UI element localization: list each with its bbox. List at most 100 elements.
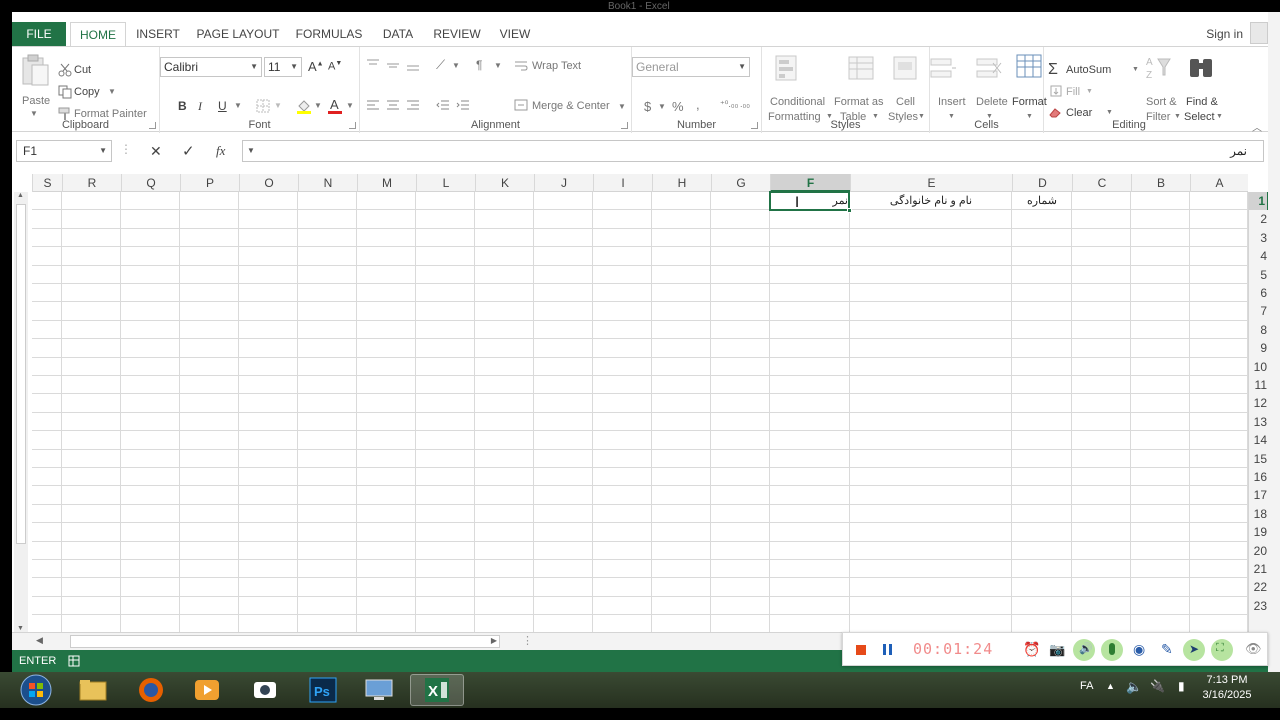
language-indicator[interactable]: FA — [1080, 680, 1093, 692]
eye-icon[interactable]: 👁 — [1245, 641, 1262, 657]
scroll-up-icon[interactable]: ▲ — [17, 192, 24, 199]
cell-f1[interactable]: نمر — [770, 192, 850, 210]
pen-icon[interactable]: ✎ — [1161, 641, 1173, 658]
conditional-formatting-line1[interactable]: Conditional — [770, 96, 825, 108]
column-header-r[interactable]: R — [62, 174, 121, 192]
borders-icon[interactable] — [256, 99, 270, 113]
column-header-q[interactable]: Q — [121, 174, 180, 192]
paste-button[interactable]: Paste — [22, 95, 50, 107]
font-size-dropdown-icon[interactable]: ▼ — [290, 58, 298, 76]
microphone-icon[interactable] — [1101, 639, 1123, 661]
sheet-splitter-icon[interactable]: ⋮ — [522, 634, 533, 647]
tab-formulas[interactable]: FORMULAS — [294, 22, 364, 46]
number-format-dropdown-icon[interactable]: ▼ — [738, 58, 746, 76]
align-center-icon[interactable] — [386, 99, 400, 111]
camera-icon[interactable]: 📷 — [1049, 642, 1065, 658]
cell-e1[interactable]: نام و نام خانوادگی — [850, 192, 1012, 210]
column-header-s[interactable]: S — [32, 174, 62, 192]
cancel-entry-icon[interactable]: ✕ — [150, 143, 162, 160]
middle-align-icon[interactable] — [386, 59, 400, 71]
font-color-dropdown-icon[interactable]: ▼ — [346, 101, 354, 110]
font-color-icon[interactable]: A — [328, 97, 342, 115]
increase-decimal-icon[interactable]: ⁺⁰.₀₀ — [720, 99, 738, 110]
tray-clock[interactable]: 7:13 PM 3/16/2025 — [1202, 674, 1252, 701]
underline-dropdown-icon[interactable]: ▼ — [234, 101, 242, 110]
column-header-i[interactable]: I — [593, 174, 652, 192]
delete-button[interactable]: Delete — [976, 96, 1008, 108]
find-select-line1[interactable]: Find & — [1186, 96, 1218, 108]
tab-data[interactable]: DATA — [376, 22, 420, 46]
taskbar-explorer[interactable] — [66, 674, 120, 706]
cursor-highlight-icon[interactable]: ➤ — [1183, 639, 1205, 661]
cell-d1[interactable]: شماره — [1012, 192, 1072, 210]
tab-review[interactable]: REVIEW — [432, 22, 482, 46]
taskbar-media-player[interactable] — [180, 674, 234, 706]
taskbar-excel[interactable]: X — [410, 674, 464, 706]
column-header-b[interactable]: B — [1131, 174, 1190, 192]
column-header-d[interactable]: D — [1012, 174, 1072, 192]
row-header-20[interactable]: 20 — [1249, 542, 1268, 560]
decrease-decimal-icon[interactable]: .₀₀ — [740, 99, 750, 109]
font-launcher-icon[interactable] — [349, 122, 356, 129]
taskbar-recorder-app[interactable] — [238, 674, 292, 706]
cut-button[interactable]: Cut — [74, 64, 91, 76]
speaker-icon[interactable]: 🔊 — [1073, 639, 1095, 661]
format-button[interactable]: Format — [1012, 96, 1047, 108]
autosum-dropdown-icon[interactable]: ▼ — [1132, 66, 1139, 73]
paste-icon[interactable] — [20, 53, 50, 87]
name-box[interactable]: F1 ▼ — [16, 140, 112, 162]
text-direction-icon[interactable]: ¶ — [476, 58, 482, 72]
font-name-dropdown-icon[interactable]: ▼ — [250, 58, 258, 76]
clipboard-launcher-icon[interactable] — [149, 122, 156, 129]
account-avatar-icon[interactable] — [1250, 22, 1268, 44]
vertical-scroll-thumb[interactable] — [16, 204, 26, 544]
cell-styles-line1[interactable]: Cell — [896, 96, 915, 108]
orientation-icon[interactable]: ⟋ — [436, 57, 445, 73]
horizontal-scrollbar[interactable]: ▶ — [70, 635, 500, 648]
row-header-17[interactable]: 17 — [1249, 486, 1268, 504]
underline-button[interactable]: U — [218, 99, 227, 113]
text-direction-dropdown-icon[interactable]: ▼ — [494, 61, 502, 70]
fullscreen-icon[interactable]: ⛶ — [1211, 639, 1233, 661]
row-header-12[interactable]: 12 — [1249, 394, 1268, 412]
column-header-c[interactable]: C — [1072, 174, 1131, 192]
merge-center-button[interactable]: Merge & Center — [532, 100, 610, 112]
clear-dropdown-icon[interactable]: ▼ — [1106, 109, 1113, 116]
row-header-16[interactable]: 16 — [1249, 468, 1268, 486]
macro-record-icon[interactable] — [68, 655, 80, 667]
format-as-table-line1[interactable]: Format as — [834, 96, 884, 108]
power-icon[interactable]: 🔌 — [1150, 679, 1165, 693]
row-header-3[interactable]: 3 — [1249, 229, 1268, 247]
column-header-p[interactable]: P — [180, 174, 239, 192]
row-header-19[interactable]: 19 — [1249, 523, 1268, 541]
row-header-15[interactable]: 15 — [1249, 450, 1268, 468]
sheet-scroll-left-icon[interactable]: ◀ — [36, 635, 43, 646]
italic-button[interactable]: I — [198, 99, 202, 114]
stop-record-icon[interactable] — [856, 645, 866, 655]
name-box-dropdown-icon[interactable]: ▼ — [99, 141, 107, 161]
align-right-icon[interactable] — [406, 99, 420, 111]
fill-dropdown-icon[interactable]: ▼ — [1086, 88, 1093, 95]
clear-button[interactable]: Clear — [1066, 107, 1092, 119]
increase-indent-icon[interactable] — [456, 99, 470, 111]
vertical-scrollbar[interactable]: ▲ ▼ — [14, 192, 28, 632]
orientation-dropdown-icon[interactable]: ▼ — [452, 61, 460, 70]
column-header-n[interactable]: N — [298, 174, 357, 192]
font-size-combo[interactable]: 11 ▼ — [264, 57, 302, 77]
insert-button[interactable]: Insert — [938, 96, 966, 108]
bottom-align-icon[interactable] — [406, 59, 420, 71]
fill-button[interactable]: Fill — [1066, 86, 1080, 98]
number-launcher-icon[interactable] — [751, 122, 758, 129]
row-header-23[interactable]: 23 — [1249, 597, 1268, 615]
alignment-launcher-icon[interactable] — [621, 122, 628, 129]
insert-function-button[interactable]: fx — [216, 143, 225, 159]
row-header-2[interactable]: 2 — [1249, 210, 1268, 228]
paste-dropdown-icon[interactable]: ▼ — [30, 109, 38, 118]
column-header-k[interactable]: K — [475, 174, 534, 192]
taskbar-photoshop[interactable]: Ps — [296, 674, 350, 706]
decrease-indent-icon[interactable] — [436, 99, 450, 111]
tab-insert[interactable]: INSERT — [132, 22, 184, 46]
increase-font-icon[interactable]: A▲ — [308, 59, 324, 74]
start-button-icon[interactable] — [14, 674, 58, 706]
column-header-g[interactable]: G — [711, 174, 770, 192]
